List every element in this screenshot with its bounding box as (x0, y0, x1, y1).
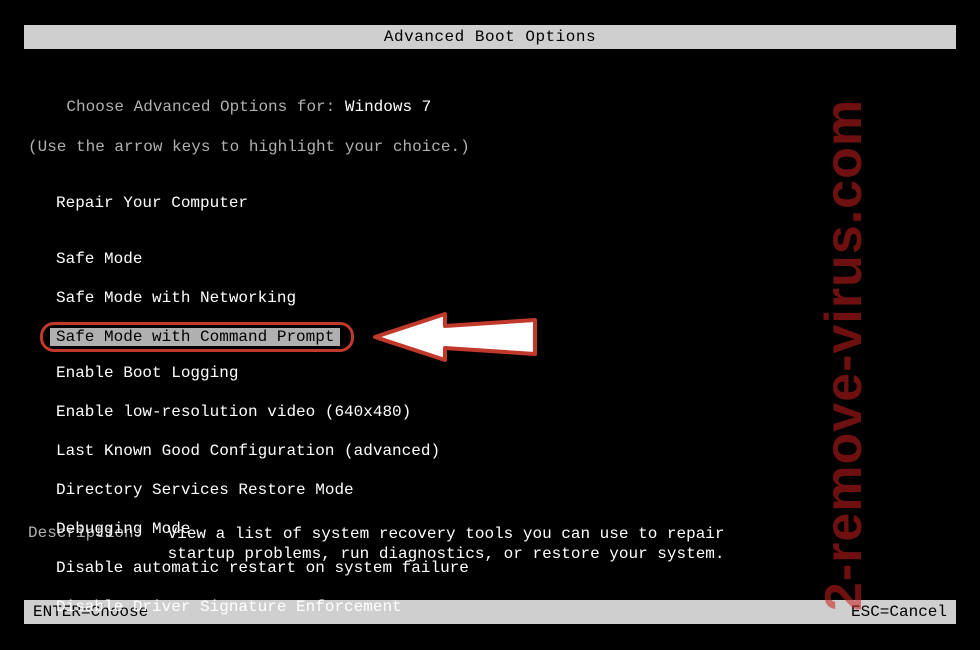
option-advanced-3[interactable]: Directory Services Restore Mode (50, 481, 948, 499)
option-safe-mode-1[interactable]: Safe Mode with Networking (50, 289, 948, 307)
option-advanced-6[interactable]: Disable Driver Signature Enforcement (50, 598, 948, 616)
option-safe-mode-2[interactable]: Safe Mode with Command Prompt (50, 328, 340, 346)
option-advanced-0[interactable]: Enable Boot Logging (50, 364, 948, 382)
prompt-label: Choose Advanced Options for: (66, 98, 344, 116)
option-advanced-1[interactable]: Enable low-resolution video (640x480) (50, 403, 948, 421)
option-safe-mode-0[interactable]: Safe Mode (50, 250, 948, 268)
option-advanced-5[interactable]: Disable automatic restart on system fail… (50, 559, 948, 577)
boot-menu: Choose Advanced Options for: Windows 7 (… (28, 80, 948, 650)
option-advanced-2[interactable]: Last Known Good Configuration (advanced) (50, 442, 948, 460)
hint-line: (Use the arrow keys to highlight your ch… (28, 138, 948, 156)
os-name: Windows 7 (345, 98, 431, 116)
prompt-line: Choose Advanced Options for: Windows 7 (28, 80, 948, 134)
option-group-advanced: Enable Boot Logging Enable low-resolution… (50, 364, 948, 634)
title-panel: Advanced Boot Options (24, 25, 956, 49)
option-advanced-4[interactable]: Debugging Mode (50, 520, 948, 538)
option-group-safemode: Safe Mode Safe Mode with Networking Safe M… (50, 250, 948, 346)
page-title: Advanced Boot Options (25, 26, 955, 48)
option-repair-your-computer[interactable]: Repair Your Computer (50, 194, 948, 212)
option-group-repair: Repair Your Computer (50, 194, 948, 212)
